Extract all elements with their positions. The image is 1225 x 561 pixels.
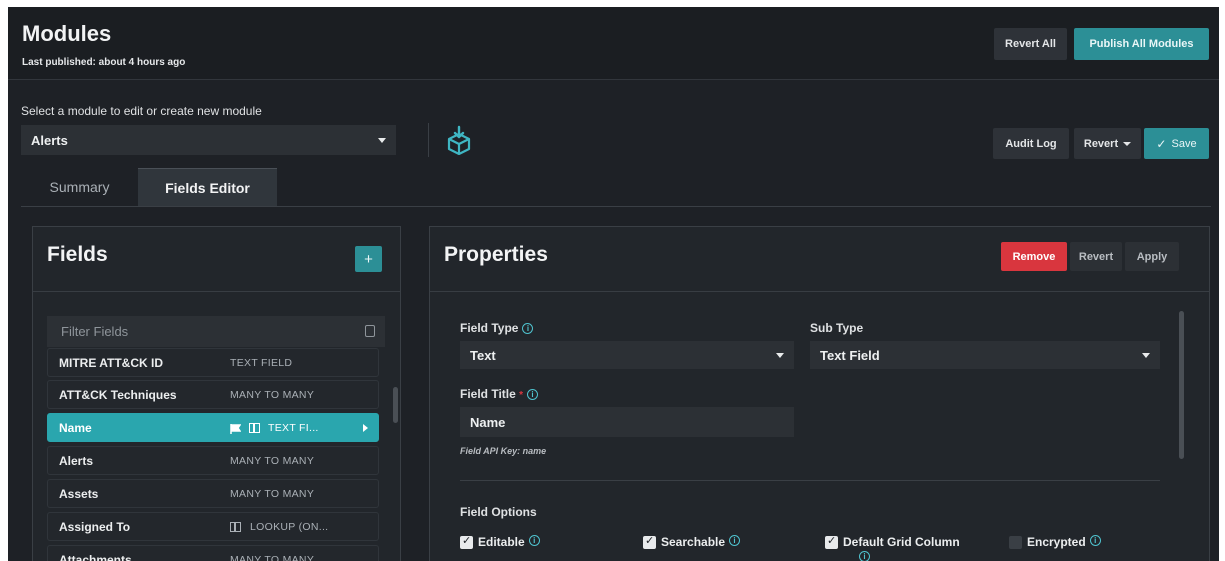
field-type-select[interactable]: Text: [460, 341, 794, 369]
chevron-right-icon: [363, 424, 368, 432]
field-options-label: Field Options: [460, 505, 537, 519]
field-row-alerts[interactable]: Alerts MANY TO MANY: [47, 446, 379, 475]
field-name: Attachments: [59, 553, 132, 561]
info-icon[interactable]: i: [1089, 535, 1101, 546]
page-title: Modules: [22, 21, 112, 46]
field-name: Assigned To: [59, 520, 131, 534]
field-row-assigned-to[interactable]: Assigned To LOOKUP (ON...: [47, 512, 379, 541]
fields-panel: Fields + Filter Fields MITRE ATT&CK ID T…: [32, 226, 401, 561]
field-type: TEXT FIELD: [230, 357, 293, 369]
field-type: TEXT FI...: [268, 422, 319, 434]
field-name: Name: [59, 421, 92, 435]
sub-type-value: Text Field: [820, 347, 880, 363]
info-icon[interactable]: i: [859, 551, 870, 561]
fields-panel-title: Fields: [47, 243, 108, 266]
fields-scrollbar[interactable]: [393, 387, 398, 423]
checkmark-icon: ✓: [1156, 136, 1167, 151]
checkbox-checked-icon: [825, 534, 838, 549]
grid-column-icon: [249, 423, 260, 433]
checkbox-unchecked-icon: [1009, 536, 1022, 549]
info-icon[interactable]: i: [528, 535, 540, 546]
field-type: MANY TO MANY: [230, 488, 315, 500]
properties-panel-header: Properties Remove Revert Apply: [430, 227, 1209, 292]
field-type-value: Text: [470, 347, 496, 363]
app-window: Modules Last published: about 4 hours ag…: [8, 7, 1219, 561]
apply-button[interactable]: Apply: [1125, 242, 1179, 271]
grid-column-icon: [230, 522, 241, 532]
section-divider: [460, 480, 1160, 481]
info-icon[interactable]: i: [729, 535, 741, 546]
required-mark: *: [519, 390, 524, 401]
field-title-input[interactable]: Name: [460, 407, 794, 437]
field-type: LOOKUP (ON...: [250, 521, 329, 533]
field-type: MANY TO MANY: [230, 455, 315, 467]
encrypted-checkbox[interactable]: Encrypted i: [1009, 535, 1101, 549]
checkbox-checked-icon: [643, 534, 656, 549]
audit-log-button[interactable]: Audit Log: [993, 128, 1069, 159]
chevron-down-icon: [1142, 353, 1150, 358]
info-icon[interactable]: i: [527, 389, 539, 400]
module-select-label: Select a module to edit or create new mo…: [21, 104, 262, 118]
field-title-value: Name: [470, 414, 506, 430]
field-name: MITRE ATT&CK ID: [59, 356, 163, 370]
properties-panel: Properties Remove Revert Apply Field Typ…: [429, 226, 1210, 561]
revert-button[interactable]: Revert: [1070, 242, 1122, 271]
editable-checkbox[interactable]: Editablei: [460, 534, 540, 549]
field-type: MANY TO MANY: [230, 554, 315, 561]
filter-fields-placeholder: Filter Fields: [61, 324, 129, 339]
properties-scrollbar[interactable]: [1179, 311, 1184, 459]
publish-all-modules-button[interactable]: Publish All Modules: [1074, 28, 1209, 60]
default-grid-column-checkbox[interactable]: Default Grid Column i: [825, 534, 978, 561]
module-select-value: Alerts: [31, 132, 68, 148]
page-header: Modules Last published: about 4 hours ag…: [8, 7, 1219, 80]
sub-type-label: Sub Type: [810, 321, 864, 335]
field-title-label: Field Title * i: [460, 387, 539, 401]
field-row-attachments[interactable]: Attachments MANY TO MANY: [47, 545, 379, 561]
revert-label: Revert: [1083, 137, 1119, 150]
field-row-attck-techniques[interactable]: ATT&CK Techniques MANY TO MANY: [47, 380, 379, 409]
field-api-key: Field API Key: name: [460, 446, 547, 456]
sub-type-select[interactable]: Text Field: [810, 341, 1160, 369]
caret-down-icon: [1123, 141, 1132, 146]
field-row-name-selected[interactable]: Name TEXT FI...: [47, 413, 379, 442]
searchable-checkbox[interactable]: Searchablei: [643, 534, 741, 549]
remove-button[interactable]: Remove: [1001, 242, 1067, 271]
field-row-assets[interactable]: Assets MANY TO MANY: [47, 479, 379, 508]
chevron-down-icon: [776, 353, 784, 358]
field-type-label: Field Type i: [460, 321, 534, 335]
tab-summary[interactable]: Summary: [21, 168, 138, 206]
field-name: Alerts: [59, 454, 94, 468]
field-name: Assets: [59, 487, 99, 501]
field-row-mitre-attck-id[interactable]: MITRE ATT&CK ID TEXT FIELD: [47, 348, 379, 377]
properties-panel-title: Properties: [444, 243, 548, 266]
flag-icon: [230, 423, 242, 434]
field-name: ATT&CK Techniques: [59, 388, 177, 402]
revert-all-button[interactable]: Revert All: [994, 28, 1067, 60]
revert-dropdown-button[interactable]: Revert: [1074, 128, 1141, 159]
tabs-divider: [21, 206, 1211, 207]
field-type: MANY TO MANY: [230, 389, 315, 401]
fields-panel-header: Fields +: [33, 227, 400, 292]
add-field-button[interactable]: +: [355, 246, 382, 272]
module-select[interactable]: Alerts: [21, 125, 396, 155]
divider: [428, 123, 429, 157]
last-published-text: Last published: about 4 hours ago: [22, 57, 186, 68]
default-grid-column-label: Default Grid Column i: [843, 535, 960, 561]
info-icon[interactable]: i: [522, 323, 534, 334]
chevron-down-icon: [378, 138, 386, 143]
filter-icon: [365, 325, 375, 337]
module-cube-icon: [447, 125, 471, 155]
checkbox-checked-icon: [460, 534, 473, 549]
tab-fields-editor[interactable]: Fields Editor: [138, 168, 277, 206]
filter-fields-input[interactable]: Filter Fields: [47, 316, 385, 347]
save-button[interactable]: ✓ Save: [1144, 128, 1209, 159]
save-label: Save: [1171, 137, 1197, 150]
